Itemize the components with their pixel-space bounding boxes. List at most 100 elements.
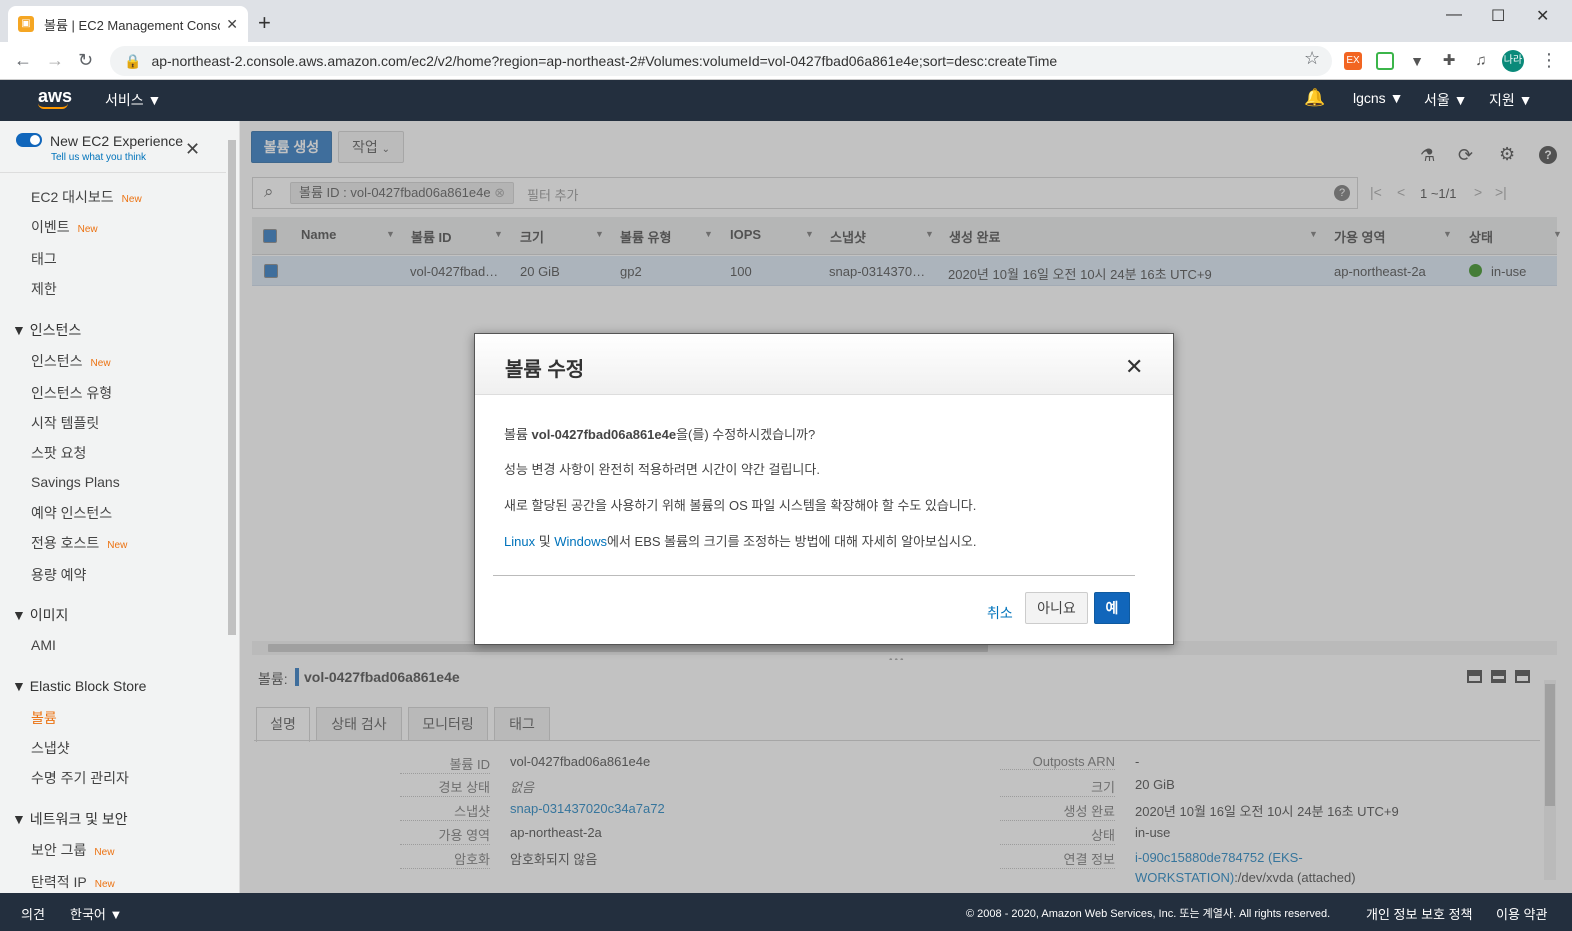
sidebar-item-보안-그룹[interactable]: 보안 그룹 New [31, 840, 114, 860]
new-badge: New [107, 540, 128, 551]
dialog-close-icon[interactable]: ✕ [1125, 354, 1143, 380]
extension-ex-icon[interactable]: EX [1344, 52, 1362, 70]
sidebar-item-label: 전용 호스트 [31, 535, 100, 551]
sidebar-section-network[interactable]: ▼ 네트워크 및 보안 [12, 809, 128, 829]
yes-button[interactable]: 예 [1094, 592, 1130, 624]
section-label: 네트워크 및 보안 [29, 811, 128, 827]
sidebar-item-제한[interactable]: 제한 [31, 279, 57, 299]
new-badge: New [90, 358, 111, 369]
caret-down-icon: ▼ [12, 678, 26, 694]
sidebar-item-탄력적-ip[interactable]: 탄력적 IP New [31, 872, 115, 892]
bookmark-star-icon[interactable]: ☆ [1304, 48, 1320, 69]
dialog-question: 볼륨 vol-0427fbad06a861e4e을(를) 수정하시겠습니까? [504, 424, 815, 443]
sidebar-item-시작-템플릿[interactable]: 시작 템플릿 [31, 413, 99, 433]
aws-logo-text: aws [38, 86, 73, 106]
browser-tab[interactable]: ▣ 볼륨 | EC2 Management Console ✕ [8, 6, 248, 42]
terms-link[interactable]: 이용 약관 [1496, 904, 1547, 923]
browser-menu-icon[interactable]: ⋮ [1540, 50, 1558, 71]
sidebar-section-ebs[interactable]: ▼ Elastic Block Store [12, 678, 146, 694]
sidebar-item-label: 태그 [31, 251, 57, 267]
notification-bell-icon[interactable]: 🔔 [1304, 88, 1325, 108]
windows-link[interactable]: Windows [554, 534, 607, 549]
copyright-text: © 2008 - 2020, Amazon Web Services, Inc.… [966, 908, 1331, 920]
sidebar-item-이벤트[interactable]: 이벤트 New [31, 217, 98, 237]
caret-down-icon: ▼ [12, 607, 26, 623]
new-experience-toggle[interactable] [16, 133, 42, 147]
sidebar-item-volumes[interactable]: 볼륨 [31, 708, 57, 728]
experience-feedback-link[interactable]: Tell us what you think [51, 152, 146, 163]
section-label: Elastic Block Store [29, 678, 147, 694]
caret-down-icon: ▼ [12, 811, 26, 827]
aws-logo[interactable]: aws [38, 86, 72, 109]
lock-icon: 🔒 [124, 52, 142, 69]
modify-volume-dialog: 볼륨 수정 ✕ 볼륨 vol-0427fbad06a861e4e을(를) 수정하… [474, 333, 1174, 645]
tab-title: 볼륨 | EC2 Management Console [44, 17, 221, 33]
media-icon[interactable]: ♫ [1472, 52, 1490, 70]
region-menu[interactable]: 서울 ▼ [1424, 90, 1468, 110]
dialog-divider [493, 575, 1135, 576]
sidebar-item-인스턴스-유형[interactable]: 인스턴스 유형 [31, 383, 112, 403]
maximize-icon[interactable]: ☐ [1491, 6, 1505, 26]
experience-title: New EC2 Experience [50, 133, 184, 149]
window-close-icon[interactable]: ✕ [1536, 6, 1549, 26]
section-label: 인스턴스 [29, 322, 82, 338]
sidebar-item-snapshots[interactable]: 스냅샷 [31, 738, 70, 758]
sidebar-item-label: 스팟 요청 [31, 445, 87, 461]
sidebar-item-label: 이벤트 [31, 219, 70, 235]
aws-header [0, 80, 1572, 121]
sidebar-item-ami[interactable]: AMI [31, 637, 56, 653]
sidebar-item-스팟-요청[interactable]: 스팟 요청 [31, 443, 86, 463]
sidebar-item-용량-예약[interactable]: 용량 예약 [31, 565, 86, 585]
back-icon[interactable]: ← [14, 50, 32, 71]
question-volume-id: vol-0427fbad06a861e4e [531, 427, 677, 442]
line-3-rest: 에서 EBS 볼륨의 크기를 조정하는 방법에 대해 자세히 알아보십시오. [607, 534, 977, 549]
support-menu[interactable]: 지원 ▼ [1489, 90, 1533, 110]
sidebar-item-label: EC2 대시보드 [31, 189, 114, 205]
reload-icon[interactable]: ↻ [78, 50, 93, 71]
sidebar-item-예약-인스턴스[interactable]: 예약 인스턴스 [31, 503, 112, 523]
extension-v-icon[interactable]: ▼ [1408, 52, 1426, 70]
close-experience-icon[interactable]: ✕ [185, 139, 200, 160]
extension-green-icon[interactable] [1376, 52, 1394, 70]
dialog-line-3: Linux 및 Windows에서 EBS 볼륨의 크기를 조정하는 방법에 대… [504, 531, 977, 550]
dialog-title: 볼륨 수정 [505, 359, 585, 381]
close-tab-icon[interactable]: ✕ [226, 16, 238, 33]
no-button[interactable]: 아니요 [1025, 592, 1088, 624]
sidebar-item-label: 탄력적 IP [31, 874, 87, 890]
feedback-link[interactable]: 의견 [21, 904, 45, 923]
sidebar-item-전용-호스트[interactable]: 전용 호스트 New [31, 533, 127, 553]
sidebar-item-label: 용량 예약 [31, 567, 87, 583]
linux-link[interactable]: Linux [504, 534, 535, 549]
sidebar-section-images[interactable]: ▼ 이미지 [12, 605, 68, 625]
url-field[interactable]: 🔒 ap-northeast-2.console.aws.amazon.com/… [110, 46, 1332, 76]
sidebar-scroll-thumb[interactable] [228, 140, 236, 635]
new-badge: New [77, 224, 98, 235]
sidebar-item-label: 인스턴스 [31, 353, 83, 369]
footer [0, 893, 1572, 931]
new-tab-button[interactable]: + [258, 10, 271, 36]
new-badge: New [121, 194, 142, 205]
sidebar-item-savings-plans[interactable]: Savings Plans [31, 474, 120, 490]
sidebar-item-label: Savings Plans [31, 474, 120, 490]
cancel-link[interactable]: 취소 [987, 603, 1013, 623]
minimize-icon[interactable]: — [1446, 6, 1462, 24]
caret-down-icon: ▼ [12, 322, 26, 338]
aws-favicon-icon: ▣ [18, 16, 34, 32]
extensions-puzzle-icon[interactable]: ✚ [1440, 52, 1458, 70]
sidebar-item-lifecycle[interactable]: 수명 주기 관리자 [31, 768, 129, 788]
sidebar-item-태그[interactable]: 태그 [31, 249, 57, 269]
account-menu[interactable]: lgcns ▼ [1353, 90, 1403, 106]
sidebar-item-인스턴스[interactable]: 인스턴스 New [31, 351, 111, 371]
profile-avatar[interactable]: 나라 [1502, 50, 1524, 72]
new-badge: New [94, 879, 115, 890]
services-menu[interactable]: 서비스 ▼ [105, 90, 161, 110]
sidebar-section-instances[interactable]: ▼ 인스턴스 [12, 320, 81, 340]
and-text: 및 [535, 534, 555, 549]
dialog-line-1: 성능 변경 사항이 완전히 적용하려면 시간이 약간 걸립니다. [504, 462, 820, 477]
new-badge: New [94, 847, 115, 858]
privacy-link[interactable]: 개인 정보 보호 정책 [1366, 904, 1473, 923]
forward-icon[interactable]: → [46, 50, 64, 71]
sidebar-item-ec2-대시보드[interactable]: EC2 대시보드 New [31, 187, 142, 207]
sidebar-item-label: 시작 템플릿 [31, 415, 100, 431]
language-select[interactable]: 한국어 ▼ [70, 904, 122, 923]
